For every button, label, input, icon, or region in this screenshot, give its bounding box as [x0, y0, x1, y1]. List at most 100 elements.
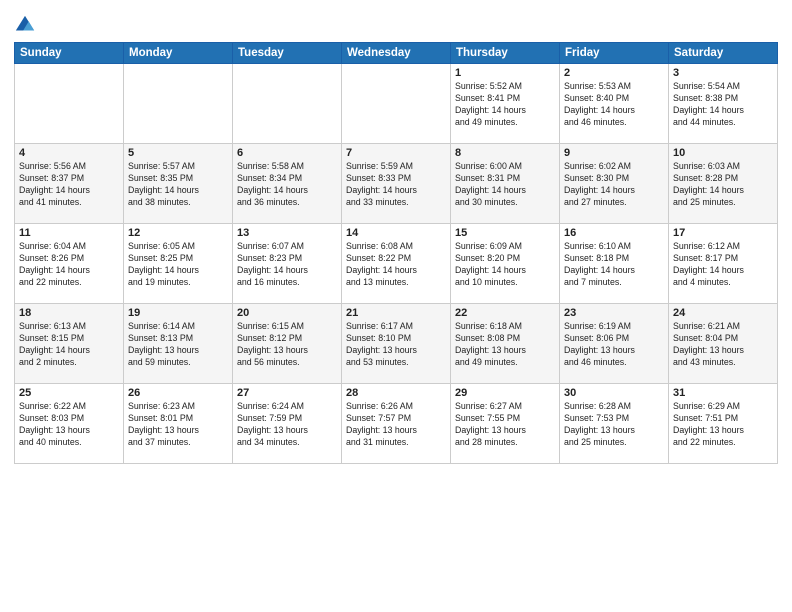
- calendar-cell: 23Sunrise: 6:19 AM Sunset: 8:06 PM Dayli…: [560, 304, 669, 384]
- day-number: 24: [673, 307, 773, 319]
- header: [14, 10, 778, 36]
- cell-content: Sunrise: 6:29 AM Sunset: 7:51 PM Dayligh…: [673, 401, 773, 449]
- day-number: 26: [128, 387, 228, 399]
- calendar-cell: [233, 64, 342, 144]
- weekday-header-thursday: Thursday: [451, 43, 560, 64]
- page: SundayMondayTuesdayWednesdayThursdayFrid…: [0, 0, 792, 612]
- cell-content: Sunrise: 6:28 AM Sunset: 7:53 PM Dayligh…: [564, 401, 664, 449]
- cell-content: Sunrise: 6:14 AM Sunset: 8:13 PM Dayligh…: [128, 321, 228, 369]
- weekday-header-row: SundayMondayTuesdayWednesdayThursdayFrid…: [15, 43, 778, 64]
- cell-content: Sunrise: 6:12 AM Sunset: 8:17 PM Dayligh…: [673, 241, 773, 289]
- calendar-week-4: 18 Sunrise: 6:13 AM Sunset: 8:15 PM Dayli…: [15, 304, 778, 384]
- day-number: 25: [19, 387, 119, 399]
- calendar-cell: [342, 64, 451, 144]
- cell-content: Sunrise: 5:53 AM Sunset: 8:40 PM Dayligh…: [564, 81, 664, 129]
- day-number: 13: [237, 227, 337, 239]
- calendar-week-2: 4 Sunrise: 5:56 AM Sunset: 8:37 PM Daylig…: [15, 144, 778, 224]
- cell-content: Sunrise: 6:09 AM Sunset: 8:20 PM Dayligh…: [455, 241, 555, 289]
- cell-content: Sunrise: 5:56 AM Sunset: 8:37 PM Dayligh…: [19, 161, 119, 209]
- cell-content: Sunrise: 5:52 AM Sunset: 8:41 PM Dayligh…: [455, 81, 555, 129]
- weekday-header-sunday: Sunday: [15, 43, 124, 64]
- calendar-cell: 29 Sunrise: 6:27 AM Sunset: 7:55 PM Dayli…: [451, 384, 560, 464]
- day-number: 29: [455, 387, 555, 399]
- calendar: SundayMondayTuesdayWednesdayThursdayFrid…: [14, 42, 778, 464]
- calendar-body: 1 Sunrise: 5:52 AM Sunset: 8:41 PM Daylig…: [15, 64, 778, 464]
- cell-content: Sunrise: 6:00 AM Sunset: 8:31 PM Dayligh…: [455, 161, 555, 209]
- cell-content: Sunrise: 6:17 AM Sunset: 8:10 PM Dayligh…: [346, 321, 446, 369]
- cell-content: Sunrise: 6:10 AM Sunset: 8:18 PM Dayligh…: [564, 241, 664, 289]
- cell-content: Sunrise: 6:24 AM Sunset: 7:59 PM Dayligh…: [237, 401, 337, 449]
- day-number: 15: [455, 227, 555, 239]
- calendar-cell: 16 Sunrise: 6:10 AM Sunset: 8:18 PM Dayli…: [560, 224, 669, 304]
- day-number: 17: [673, 227, 773, 239]
- day-number: 7: [346, 147, 446, 159]
- weekday-header-wednesday: Wednesday: [342, 43, 451, 64]
- weekday-header-friday: Friday: [560, 43, 669, 64]
- cell-content: Sunrise: 5:57 AM Sunset: 8:35 PM Dayligh…: [128, 161, 228, 209]
- calendar-cell: 11 Sunrise: 6:04 AM Sunset: 8:26 PM Dayli…: [15, 224, 124, 304]
- cell-content: Sunrise: 6:05 AM Sunset: 8:25 PM Dayligh…: [128, 241, 228, 289]
- day-number: 16: [564, 227, 664, 239]
- calendar-cell: 6Sunrise: 5:58 AM Sunset: 8:34 PM Daylig…: [233, 144, 342, 224]
- weekday-header-saturday: Saturday: [669, 43, 778, 64]
- day-number: 11: [19, 227, 119, 239]
- day-number: 9: [564, 147, 664, 159]
- day-number: 2: [564, 67, 664, 79]
- calendar-week-3: 11 Sunrise: 6:04 AM Sunset: 8:26 PM Dayli…: [15, 224, 778, 304]
- day-number: 8: [455, 147, 555, 159]
- calendar-cell: 27 Sunrise: 6:24 AM Sunset: 7:59 PM Dayli…: [233, 384, 342, 464]
- calendar-cell: 31Sunrise: 6:29 AM Sunset: 7:51 PM Dayli…: [669, 384, 778, 464]
- calendar-cell: 19 Sunrise: 6:14 AM Sunset: 8:13 PM Dayli…: [124, 304, 233, 384]
- calendar-cell: 15 Sunrise: 6:09 AM Sunset: 8:20 PM Dayli…: [451, 224, 560, 304]
- calendar-cell: 12 Sunrise: 6:05 AM Sunset: 8:25 PM Dayli…: [124, 224, 233, 304]
- calendar-cell: 1 Sunrise: 5:52 AM Sunset: 8:41 PM Daylig…: [451, 64, 560, 144]
- cell-content: Sunrise: 6:18 AM Sunset: 8:08 PM Dayligh…: [455, 321, 555, 369]
- day-number: 5: [128, 147, 228, 159]
- calendar-cell: 26 Sunrise: 6:23 AM Sunset: 8:01 PM Dayli…: [124, 384, 233, 464]
- logo-icon: [14, 14, 36, 36]
- calendar-cell: 17 Sunrise: 6:12 AM Sunset: 8:17 PM Dayli…: [669, 224, 778, 304]
- calendar-cell: 22Sunrise: 6:18 AM Sunset: 8:08 PM Dayli…: [451, 304, 560, 384]
- cell-content: Sunrise: 6:22 AM Sunset: 8:03 PM Dayligh…: [19, 401, 119, 449]
- calendar-cell: 13 Sunrise: 6:07 AM Sunset: 8:23 PM Dayli…: [233, 224, 342, 304]
- day-number: 19: [128, 307, 228, 319]
- calendar-cell: 2 Sunrise: 5:53 AM Sunset: 8:40 PM Daylig…: [560, 64, 669, 144]
- cell-content: Sunrise: 6:02 AM Sunset: 8:30 PM Dayligh…: [564, 161, 664, 209]
- calendar-cell: 18 Sunrise: 6:13 AM Sunset: 8:15 PM Dayli…: [15, 304, 124, 384]
- day-number: 12: [128, 227, 228, 239]
- calendar-cell: [15, 64, 124, 144]
- calendar-cell: 8 Sunrise: 6:00 AM Sunset: 8:31 PM Daylig…: [451, 144, 560, 224]
- cell-content: Sunrise: 6:13 AM Sunset: 8:15 PM Dayligh…: [19, 321, 119, 369]
- calendar-header: SundayMondayTuesdayWednesdayThursdayFrid…: [15, 43, 778, 64]
- cell-content: Sunrise: 6:23 AM Sunset: 8:01 PM Dayligh…: [128, 401, 228, 449]
- cell-content: Sunrise: 6:03 AM Sunset: 8:28 PM Dayligh…: [673, 161, 773, 209]
- day-number: 28: [346, 387, 446, 399]
- day-number: 3: [673, 67, 773, 79]
- calendar-cell: 4 Sunrise: 5:56 AM Sunset: 8:37 PM Daylig…: [15, 144, 124, 224]
- calendar-cell: 5 Sunrise: 5:57 AM Sunset: 8:35 PM Daylig…: [124, 144, 233, 224]
- cell-content: Sunrise: 6:07 AM Sunset: 8:23 PM Dayligh…: [237, 241, 337, 289]
- cell-content: Sunrise: 6:08 AM Sunset: 8:22 PM Dayligh…: [346, 241, 446, 289]
- cell-content: Sunrise: 6:19 AM Sunset: 8:06 PM Dayligh…: [564, 321, 664, 369]
- day-number: 20: [237, 307, 337, 319]
- calendar-cell: 21Sunrise: 6:17 AM Sunset: 8:10 PM Dayli…: [342, 304, 451, 384]
- calendar-week-1: 1 Sunrise: 5:52 AM Sunset: 8:41 PM Daylig…: [15, 64, 778, 144]
- day-number: 27: [237, 387, 337, 399]
- calendar-cell: 28 Sunrise: 6:26 AM Sunset: 7:57 PM Dayli…: [342, 384, 451, 464]
- cell-content: Sunrise: 5:58 AM Sunset: 8:34 PM Dayligh…: [237, 161, 337, 209]
- calendar-cell: 20Sunrise: 6:15 AM Sunset: 8:12 PM Dayli…: [233, 304, 342, 384]
- day-number: 10: [673, 147, 773, 159]
- cell-content: Sunrise: 6:04 AM Sunset: 8:26 PM Dayligh…: [19, 241, 119, 289]
- calendar-cell: 7 Sunrise: 5:59 AM Sunset: 8:33 PM Daylig…: [342, 144, 451, 224]
- cell-content: Sunrise: 6:27 AM Sunset: 7:55 PM Dayligh…: [455, 401, 555, 449]
- cell-content: Sunrise: 5:54 AM Sunset: 8:38 PM Dayligh…: [673, 81, 773, 129]
- day-number: 4: [19, 147, 119, 159]
- day-number: 1: [455, 67, 555, 79]
- weekday-header-tuesday: Tuesday: [233, 43, 342, 64]
- calendar-week-5: 25 Sunrise: 6:22 AM Sunset: 8:03 PM Dayli…: [15, 384, 778, 464]
- cell-content: Sunrise: 6:26 AM Sunset: 7:57 PM Dayligh…: [346, 401, 446, 449]
- cell-content: Sunrise: 5:59 AM Sunset: 8:33 PM Dayligh…: [346, 161, 446, 209]
- day-number: 18: [19, 307, 119, 319]
- weekday-header-monday: Monday: [124, 43, 233, 64]
- calendar-cell: 30Sunrise: 6:28 AM Sunset: 7:53 PM Dayli…: [560, 384, 669, 464]
